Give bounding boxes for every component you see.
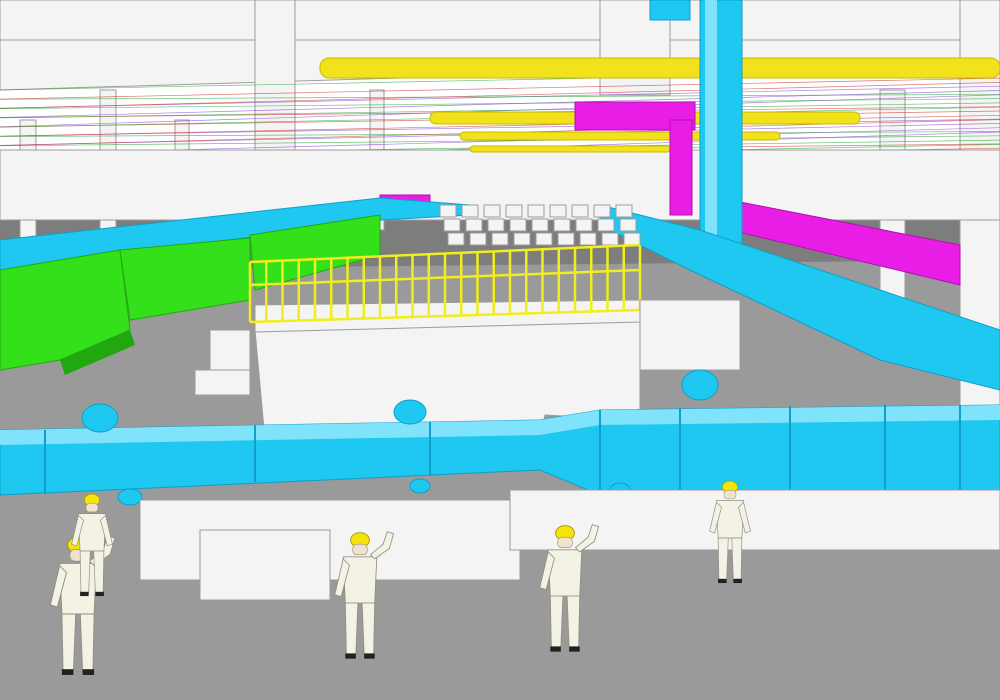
far-machine-rows xyxy=(439,204,641,246)
bim-factory-scene xyxy=(0,0,1000,700)
